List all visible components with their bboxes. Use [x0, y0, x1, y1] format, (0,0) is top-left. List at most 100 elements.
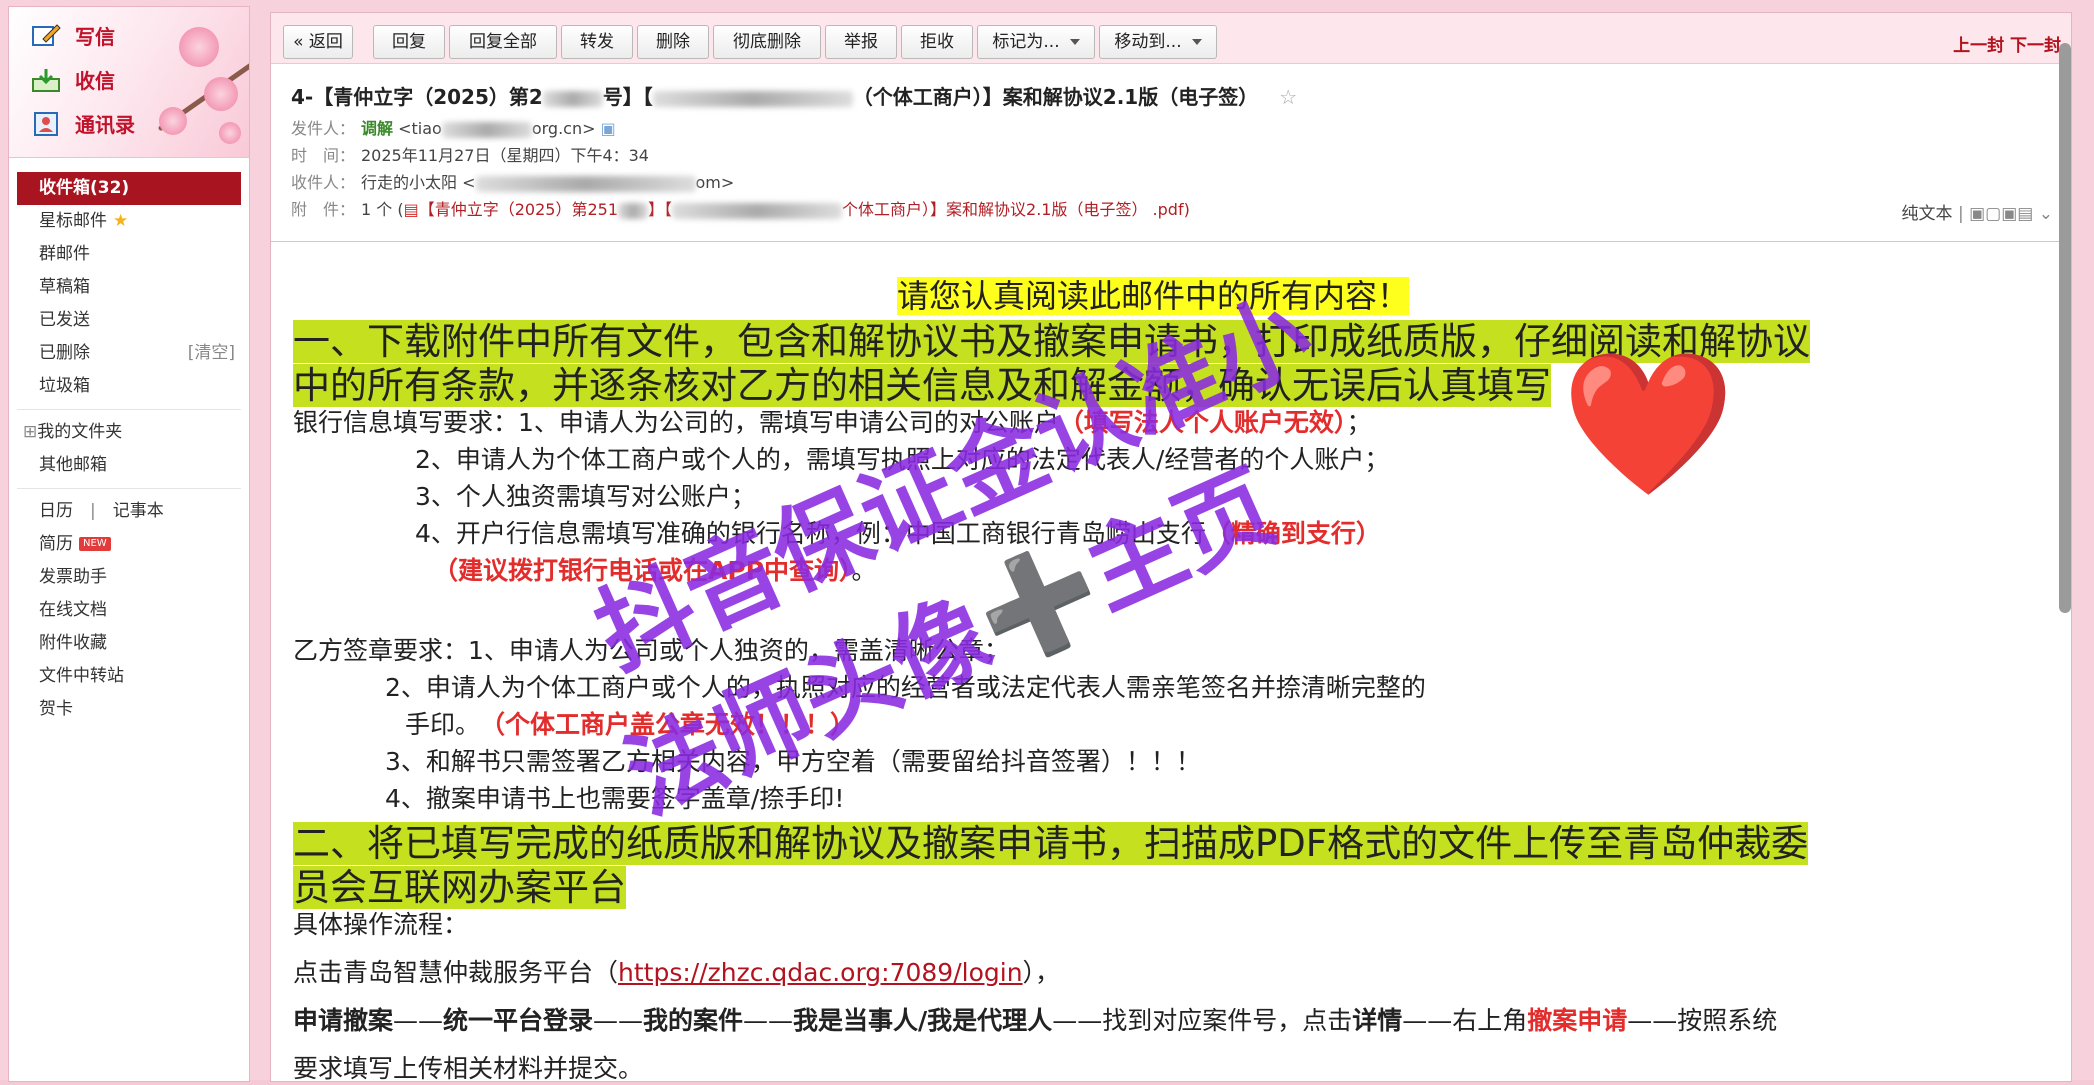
- my-folders-label: 我的文件夹: [37, 422, 123, 442]
- flow-step: 详情: [1352, 1006, 1403, 1035]
- delete-permanently-button[interactable]: 彻底删除: [713, 25, 821, 59]
- mail-reader: « 返回 回复 回复全部 转发 删除 彻底删除 举报 拒收 标记为... 移动到…: [270, 12, 2072, 1083]
- attachment-link[interactable]: 【青仲立字（2025）第251 】【 个体工商户）】案和解协议2.1版（电子签） .…: [419, 200, 1190, 219]
- tool-greeting-card[interactable]: 贺卡: [17, 693, 241, 726]
- folder-drafts[interactable]: 草稿箱: [17, 271, 241, 304]
- tool-label: 在线文档: [39, 600, 107, 620]
- tool-label: 附件收藏: [39, 633, 107, 653]
- platform-url-link[interactable]: https://zhzc.qdac.org:7089/login: [618, 958, 1023, 987]
- move-to-dropdown[interactable]: 移动到...: [1099, 25, 1217, 59]
- star-outline-icon[interactable]: ☆: [1279, 85, 1297, 109]
- flow-step: 我的案件: [643, 1006, 744, 1035]
- inbox-download-icon: [32, 68, 60, 92]
- chevron-down-icon[interactable]: ⌄: [2039, 204, 2053, 224]
- folder-starred[interactable]: 星标邮件 ★: [17, 205, 241, 238]
- subject-part: （个体工商户）】案和解协议2.1版（电子签）: [852, 85, 1259, 109]
- redacted-text: [441, 121, 532, 138]
- scrollbar[interactable]: [2059, 43, 2071, 613]
- folder-label: 星标邮件: [39, 211, 107, 231]
- redacted-text: [618, 202, 648, 219]
- delete-button[interactable]: 删除: [637, 25, 709, 59]
- sender-label: 发件人：: [291, 119, 356, 138]
- redacted-text: [672, 202, 843, 219]
- recipient-address: om>: [695, 173, 735, 192]
- forward-button[interactable]: 转发: [561, 25, 633, 59]
- sender-address: org.cn>: [531, 119, 596, 138]
- reject-button[interactable]: 拒收: [901, 25, 973, 59]
- tool-label: 贺卡: [39, 699, 73, 719]
- mail-subject: 4-【青仲立字（2025）第2 号】【 （个体工商户）】案和解协议2.1版（电子签）…: [291, 79, 2051, 115]
- section-one-text: 中的所有条款，并逐条核对乙方的相关信息及和解金额，确认无误后认真填写: [293, 364, 1551, 407]
- time-label: 时 间：: [291, 146, 356, 165]
- time-row: 时 间： 2025年11月27日（星期四）下午4：34: [291, 142, 2051, 169]
- reply-button[interactable]: 回复: [373, 25, 445, 59]
- separator-bar: |: [73, 501, 113, 521]
- tool-label: 文件中转站: [39, 666, 124, 686]
- move-to-label: 移动到...: [1114, 32, 1182, 52]
- flow-dash: ——: [743, 1006, 794, 1035]
- separator-bar: |: [1957, 204, 1964, 224]
- reply-all-button[interactable]: 回复全部: [449, 25, 557, 59]
- contacts-label: 通讯录: [75, 113, 135, 137]
- folder-label: 草稿箱: [39, 277, 90, 297]
- other-mailbox-label: 其他邮箱: [39, 455, 107, 475]
- folder-inbox[interactable]: 收件箱(32): [17, 172, 241, 205]
- sender-row: 发件人： 调解 <tiao org.cn> ▣: [291, 115, 2051, 142]
- prev-mail-link[interactable]: 上一封: [1953, 36, 2004, 56]
- tool-invoice[interactable]: 发票助手: [17, 561, 241, 594]
- folder-list: 收件箱(32) 星标邮件 ★ 群邮件 草稿箱 已发送 已删除 [清空] 垃圾箱 ⊞我…: [9, 158, 249, 726]
- folder-spam[interactable]: 垃圾箱: [17, 370, 241, 403]
- sender-name[interactable]: 调解: [361, 119, 393, 138]
- resume-link[interactable]: 简历 NEW: [17, 528, 241, 561]
- redacted-text: [542, 90, 603, 107]
- plain-text-link[interactable]: 纯文本: [1902, 204, 1953, 224]
- mail-nav: 上一封 下一封: [1953, 31, 2061, 56]
- receive-mail-label: 收信: [75, 69, 115, 93]
- folder-group-mail[interactable]: 群邮件: [17, 238, 241, 271]
- section-two-text: 员会互联网办案平台: [293, 866, 626, 909]
- write-mail-button[interactable]: 写信: [31, 21, 115, 50]
- tool-label: 发票助手: [39, 567, 107, 587]
- empty-trash-link[interactable]: [清空]: [188, 337, 235, 370]
- pencil-icon: [32, 23, 61, 46]
- toolbar: « 返回 回复 回复全部 转发 删除 彻底删除 举报 拒收 标记为... 移动到…: [271, 13, 2071, 64]
- back-button[interactable]: « 返回: [283, 25, 353, 59]
- flow-step: 我是当事人/我是代理人: [793, 1006, 1053, 1035]
- sender-address: <tiao: [398, 119, 442, 138]
- my-folders[interactable]: ⊞我的文件夹: [17, 416, 241, 449]
- tool-online-docs[interactable]: 在线文档: [17, 594, 241, 627]
- tool-file-transfer[interactable]: 文件中转站: [17, 660, 241, 693]
- report-button[interactable]: 举报: [825, 25, 897, 59]
- add-contact-icon[interactable]: ▣: [601, 119, 616, 138]
- folder-sent[interactable]: 已发送: [17, 304, 241, 337]
- folder-deleted[interactable]: 已删除 [清空]: [17, 337, 241, 370]
- star-icon: ★: [113, 211, 129, 231]
- time-value: 2025年11月27日（星期四）下午4：34: [361, 146, 649, 165]
- subject-part: 号】【: [602, 85, 653, 109]
- blossom-decoration: [219, 122, 241, 144]
- header-tools: 纯文本 | ▣▢▣▤ ⌄: [1902, 199, 2053, 224]
- recipient-label: 收件人：: [291, 173, 356, 192]
- view-options-icon[interactable]: ▣▢▣▤: [1969, 204, 2033, 224]
- mail-header: 4-【青仲立字（2025）第2 号】【 （个体工商户）】案和解协议2.1版（电子签）…: [291, 79, 2051, 223]
- mark-as-dropdown[interactable]: 标记为...: [977, 25, 1095, 59]
- receive-mail-button[interactable]: 收信: [31, 65, 115, 94]
- notes-link[interactable]: 记事本: [113, 501, 164, 521]
- flow-dash: ——: [593, 1006, 644, 1035]
- chevron-down-icon: [1191, 39, 1202, 45]
- redacted-text: [475, 175, 696, 192]
- flow-step: 申请撤案: [293, 1006, 394, 1035]
- redacted-text: [652, 90, 853, 107]
- contacts-button[interactable]: 通讯录: [31, 109, 135, 138]
- sidebar-header: 写信 收信 通讯录: [9, 7, 249, 158]
- mark-as-label: 标记为...: [992, 32, 1060, 52]
- expand-icon[interactable]: ⊞: [23, 422, 37, 442]
- calendar-link[interactable]: 日历: [39, 501, 73, 521]
- divider: [17, 409, 241, 410]
- tool-attachments[interactable]: 附件收藏: [17, 627, 241, 660]
- write-mail-label: 写信: [75, 25, 115, 49]
- flow-dash: ——: [393, 1006, 444, 1035]
- next-mail-link[interactable]: 下一封: [2010, 36, 2061, 56]
- other-mailbox[interactable]: 其他邮箱: [17, 449, 241, 482]
- calendar-notes-row: 日历 | 记事本: [17, 495, 241, 528]
